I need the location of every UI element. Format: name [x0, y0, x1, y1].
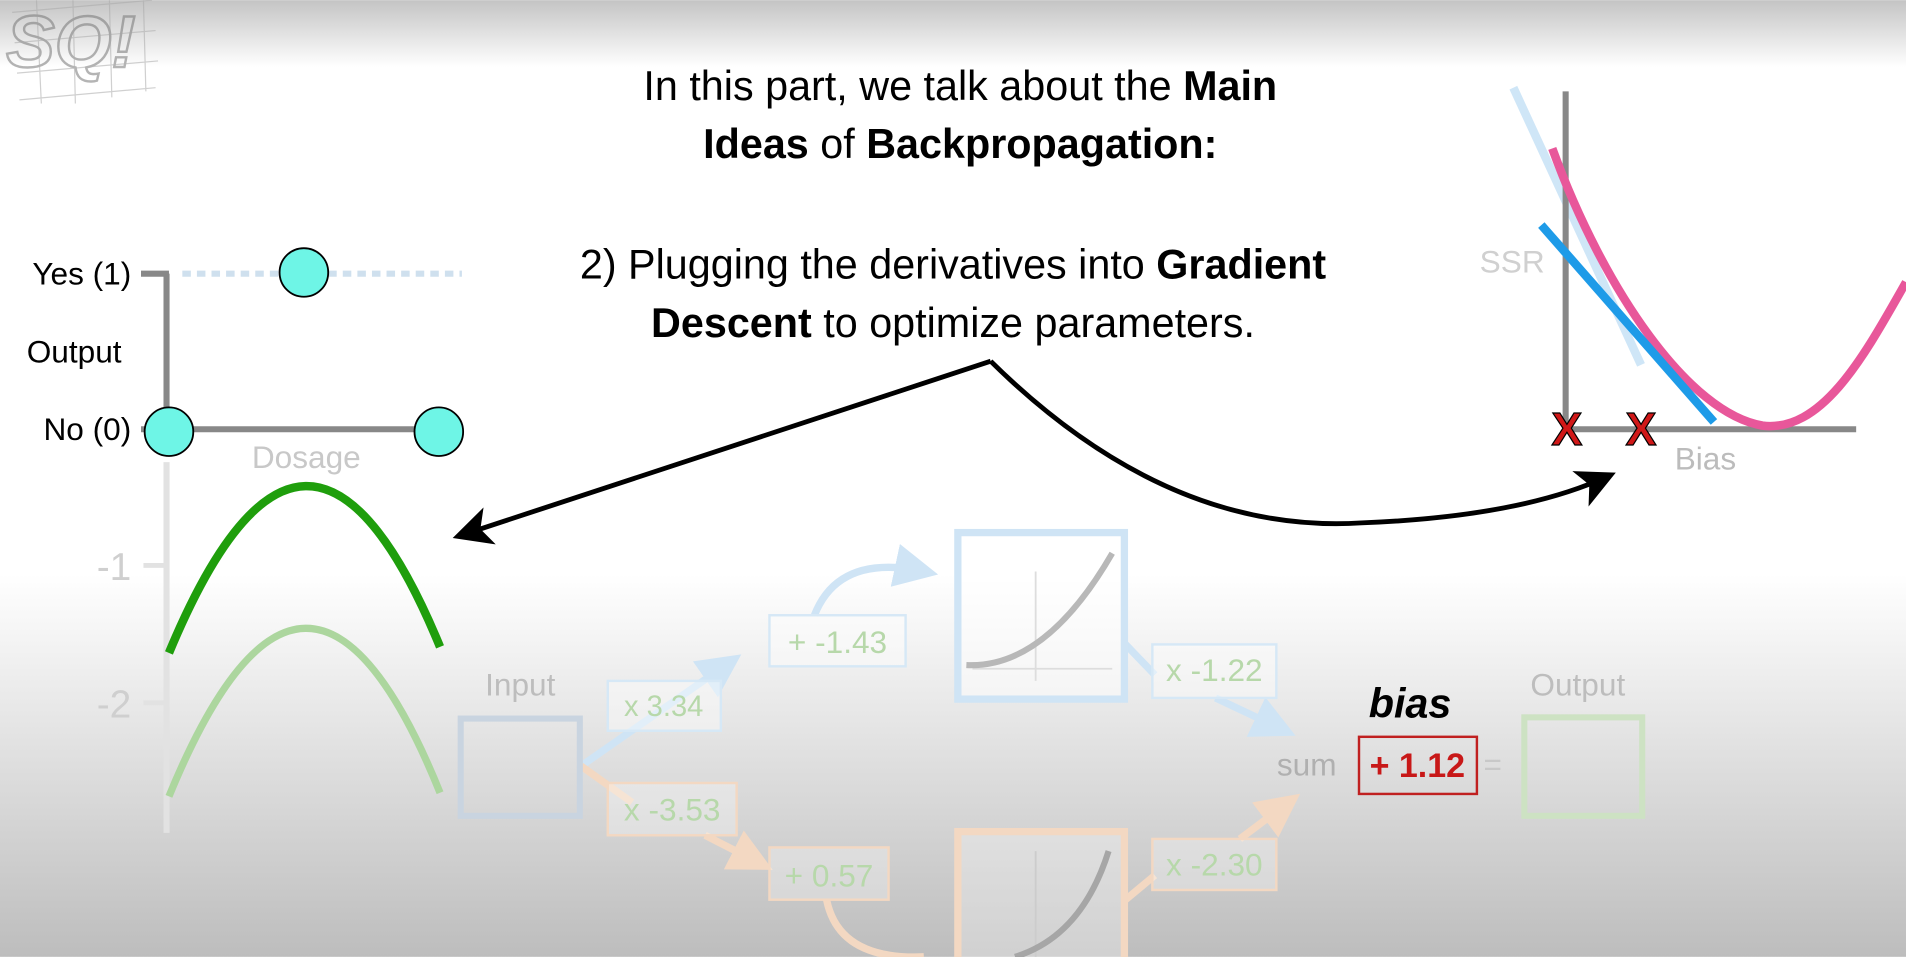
heading-line-4: Descent to optimize parameters.	[651, 300, 1255, 346]
data-point	[143, 406, 195, 457]
bias-1: + -1.43	[788, 624, 887, 660]
output-node-label: Output	[1530, 666, 1625, 702]
tick-minus-1: -1	[97, 546, 132, 589]
heading-line-3: 2) Plugging the derivatives into Gradien…	[580, 242, 1327, 288]
ssr-label: SSR	[1480, 243, 1545, 279]
activation-box-top	[954, 528, 1129, 703]
x-marker: X	[1551, 403, 1582, 455]
logo-text: SQ!	[6, 2, 136, 83]
bias-2: + 0.57	[785, 857, 874, 893]
data-point	[278, 247, 330, 298]
bias-label: bias	[1369, 680, 1452, 726]
dosage-label: Dosage	[252, 439, 361, 475]
tick-minus-2: -2	[97, 683, 132, 726]
activation-box-bottom	[954, 827, 1129, 957]
weight-3: x -1.22	[1166, 652, 1263, 688]
equals-sign: =	[1483, 747, 1501, 783]
weight-2: x -3.53	[624, 792, 721, 828]
bias-axis-label: Bias	[1675, 440, 1736, 476]
heading-line-1: In this part, we talk about the Main	[643, 63, 1277, 109]
x-marker: X	[1626, 403, 1657, 455]
slide: SQ! In this part, we talk about the Main…	[0, 0, 1906, 957]
heading-line-2: Ideas of Backpropagation:	[703, 121, 1217, 167]
no-label: No (0)	[43, 411, 131, 447]
weight-1: x 3.34	[624, 691, 703, 723]
sum-label: sum	[1277, 747, 1337, 783]
yes-label: Yes (1)	[32, 256, 131, 292]
output-label: Output	[27, 333, 122, 369]
input-label: Input	[485, 666, 555, 702]
data-point	[413, 406, 465, 457]
weight-4: x -2.30	[1166, 846, 1263, 882]
bias-value: + 1.12	[1370, 747, 1466, 785]
